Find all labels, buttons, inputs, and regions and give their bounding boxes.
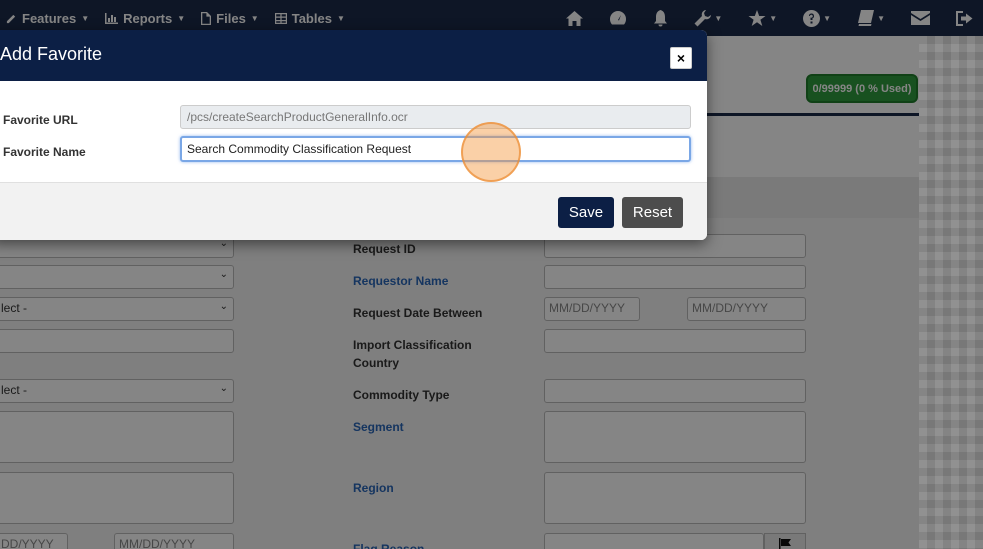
add-favorite-modal: Add Favorite × Favorite URL /pcs/createS… (0, 30, 707, 240)
favorite-name-input[interactable]: Search Commodity Classification Request (180, 136, 691, 162)
close-button[interactable]: × (670, 47, 692, 69)
modal-body: Favorite URL /pcs/createSearchProductGen… (0, 81, 707, 183)
favorite-url-input: /pcs/createSearchProductGeneralInfo.ocr (180, 105, 691, 129)
click-indicator (461, 122, 521, 182)
blurred-region (919, 36, 983, 549)
reset-button[interactable]: Reset (622, 197, 683, 228)
favorite-name-label: Favorite Name (3, 145, 86, 159)
modal-footer: Save Reset (0, 183, 707, 240)
favorite-url-label: Favorite URL (3, 113, 78, 127)
modal-title: Add Favorite (0, 44, 103, 64)
modal-header: Add Favorite × (0, 30, 707, 81)
save-button[interactable]: Save (558, 197, 614, 228)
